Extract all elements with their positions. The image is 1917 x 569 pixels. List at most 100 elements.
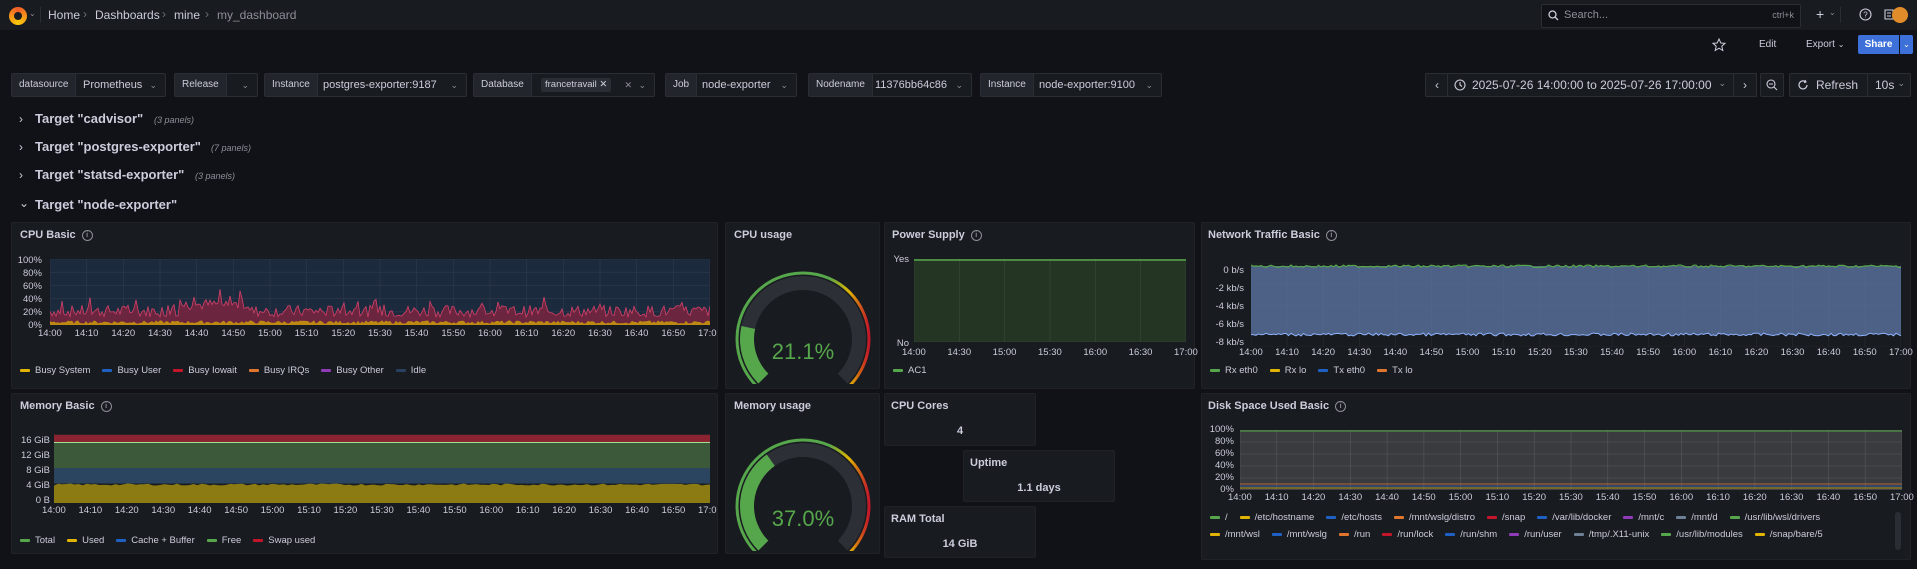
row-title-statsd-exporter[interactable]: Target "statsd-exporter" bbox=[35, 167, 184, 182]
row-panel-count: (3 panels) bbox=[195, 171, 236, 181]
legend-item[interactable]: /tmp/.X11-unix bbox=[1573, 529, 1650, 540]
breadcrumb-home[interactable]: Home bbox=[48, 8, 80, 22]
variable-instance[interactable]: Instance postgres-exporter:9187 ⌄ bbox=[264, 73, 467, 97]
legend-item[interactable]: Busy System bbox=[20, 365, 90, 376]
variable-datasource[interactable]: datasource Prometheus ⌄ bbox=[11, 73, 166, 97]
row-expand-icon[interactable]: › bbox=[19, 140, 23, 154]
panel-cpu-basic[interactable]: CPU Basic i 100% 80% 60% 40% 20% 0% 14:00… bbox=[11, 222, 718, 389]
info-icon[interactable]: i bbox=[1325, 229, 1337, 241]
edit-button[interactable]: Edit bbox=[1759, 39, 1776, 50]
legend-label: /tmp/.X11-unix bbox=[1588, 529, 1650, 540]
info-icon[interactable]: i bbox=[970, 229, 982, 241]
add-button[interactable]: + bbox=[1816, 6, 1824, 22]
user-avatar[interactable] bbox=[1892, 7, 1908, 23]
legend-item[interactable]: /run/lock bbox=[1382, 529, 1433, 540]
variable-database[interactable]: Database francetravail ✕ ✕ ⌄ bbox=[473, 73, 655, 97]
disk-plot[interactable] bbox=[1240, 430, 1902, 490]
legend-item[interactable]: /snap/bare/5 bbox=[1754, 529, 1823, 540]
panel-cpu-cores[interactable]: CPU Cores 4 bbox=[884, 393, 1036, 446]
legend: AC1 bbox=[893, 365, 938, 376]
remove-tag-icon[interactable]: ✕ bbox=[599, 79, 607, 90]
cache-buffer-area bbox=[54, 468, 710, 484]
clear-icon[interactable]: ✕ bbox=[624, 74, 632, 96]
chevron-down-icon[interactable]: ⌄ bbox=[29, 9, 36, 18]
share-dropdown-chevron-icon[interactable]: ⌄ bbox=[1900, 35, 1913, 54]
time-range-picker[interactable]: 2025-07-26 14:00:00 to 2025-07-26 17:00:… bbox=[1447, 73, 1735, 97]
legend-item[interactable]: AC1 bbox=[893, 365, 926, 376]
row-collapse-icon[interactable]: ⌄ bbox=[19, 196, 29, 210]
refresh-button[interactable]: Refresh bbox=[1789, 73, 1869, 97]
legend-item[interactable]: Rx lo bbox=[1269, 365, 1306, 376]
legend-item[interactable]: Tx lo bbox=[1377, 365, 1413, 376]
panel-disk-space[interactable]: Disk Space Used Basic i 100% 80% 60% 40% … bbox=[1201, 393, 1914, 560]
database-tag[interactable]: francetravail ✕ bbox=[541, 78, 612, 92]
legend-item[interactable]: /mnt/wslg bbox=[1271, 529, 1327, 540]
row-expand-icon[interactable]: › bbox=[19, 168, 23, 182]
memory-plot[interactable] bbox=[54, 434, 710, 503]
help-icon[interactable]: ? bbox=[1859, 8, 1872, 21]
legend-item[interactable]: /etc/hosts bbox=[1326, 512, 1382, 523]
legend-item[interactable]: /usr/lib/modules bbox=[1661, 529, 1743, 540]
panel-cpu-usage[interactable]: CPU usage 21.1% bbox=[725, 222, 880, 389]
network-plot[interactable] bbox=[1251, 263, 1901, 347]
legend-item[interactable]: /run/shm bbox=[1445, 529, 1497, 540]
legend-item[interactable]: / bbox=[1210, 512, 1228, 523]
legend-item[interactable]: Idle bbox=[395, 365, 426, 376]
panel-memory-basic[interactable]: Memory Basic i 16 GiB 12 GiB 8 GiB 4 GiB … bbox=[11, 393, 718, 554]
breadcrumb-folder[interactable]: mine bbox=[174, 8, 200, 22]
legend-item[interactable]: Free bbox=[206, 535, 241, 546]
breadcrumb-dashboards[interactable]: Dashboards bbox=[95, 8, 160, 22]
time-forward-button[interactable]: › bbox=[1733, 73, 1757, 97]
legend-item[interactable]: Rx eth0 bbox=[1210, 365, 1258, 376]
info-icon[interactable]: i bbox=[100, 400, 112, 412]
variable-nodename[interactable]: Nodename 11376bb64c86 ⌄ bbox=[808, 73, 972, 97]
legend-item[interactable]: Busy User bbox=[102, 365, 161, 376]
cpu-basic-plot[interactable] bbox=[50, 259, 710, 325]
panel-network-traffic[interactable]: Network Traffic Basic i 0 b/s -2 kb/s -4 … bbox=[1201, 222, 1913, 389]
time-back-button[interactable]: ‹ bbox=[1425, 73, 1449, 97]
legend-item[interactable]: /mnt/wsl bbox=[1210, 529, 1260, 540]
legend-item[interactable]: Total bbox=[20, 535, 55, 546]
info-icon[interactable]: i bbox=[81, 229, 93, 241]
legend-item[interactable]: /var/lib/docker bbox=[1537, 512, 1611, 523]
chevron-down-icon[interactable]: ⌄ bbox=[1829, 8, 1836, 17]
row-title-cadvisor[interactable]: Target "cadvisor" bbox=[35, 111, 143, 126]
legend-item[interactable]: /run/user bbox=[1509, 529, 1562, 540]
star-icon[interactable] bbox=[1712, 38, 1726, 52]
variable-instance-node[interactable]: Instance node-exporter:9100 ⌄ bbox=[980, 73, 1162, 97]
legend-item[interactable]: Busy IRQs bbox=[248, 365, 309, 376]
search-box[interactable]: Search... ctrl+k bbox=[1541, 4, 1801, 28]
panel-memory-usage[interactable]: Memory usage 37.0% bbox=[725, 393, 880, 554]
legend-item[interactable]: /run bbox=[1338, 529, 1370, 540]
row-title-node-exporter[interactable]: Target "node-exporter" bbox=[35, 197, 177, 212]
refresh-interval-picker[interactable]: 10s ⌄ bbox=[1867, 73, 1911, 97]
power-supply-plot[interactable] bbox=[914, 259, 1186, 342]
zoom-out-button[interactable] bbox=[1760, 73, 1784, 97]
variable-release[interactable]: Release ⌄ bbox=[174, 73, 258, 97]
panel-power-supply[interactable]: Power Supply i Yes No 14:00 14:30 15:00 15:3… bbox=[884, 222, 1198, 389]
grafana-logo-icon[interactable] bbox=[9, 7, 27, 25]
variable-label: Nodename bbox=[809, 74, 873, 96]
legend-item[interactable]: /etc/hostname bbox=[1239, 512, 1314, 523]
row-expand-icon[interactable]: › bbox=[19, 112, 23, 126]
legend-item[interactable]: Busy Iowait bbox=[173, 365, 237, 376]
legend-item[interactable]: /mnt/d bbox=[1676, 512, 1718, 523]
panel-uptime[interactable]: Uptime 1.1 days bbox=[963, 450, 1115, 502]
variable-job[interactable]: Job node-exporter ⌄ bbox=[665, 73, 797, 97]
legend-item[interactable]: /mnt/c bbox=[1623, 512, 1664, 523]
share-button[interactable]: Share bbox=[1858, 35, 1899, 54]
legend-item[interactable]: Cache + Buffer bbox=[116, 535, 195, 546]
legend-item[interactable]: Swap used bbox=[253, 535, 315, 546]
legend-item[interactable]: /snap bbox=[1486, 512, 1525, 523]
legend-scrollbar[interactable] bbox=[1895, 512, 1901, 550]
row-title-postgres-exporter[interactable]: Target "postgres-exporter" bbox=[35, 139, 201, 154]
legend-item[interactable]: Tx eth0 bbox=[1318, 365, 1365, 376]
legend-item[interactable]: /mnt/wslg/distro bbox=[1393, 512, 1475, 523]
x-tick: 17:0 bbox=[698, 328, 717, 339]
export-button[interactable]: Export ⌄ bbox=[1806, 39, 1844, 50]
panel-ram-total[interactable]: RAM Total 14 GiB bbox=[884, 506, 1036, 558]
legend-item[interactable]: /usr/lib/wsl/drivers bbox=[1729, 512, 1820, 523]
legend-item[interactable]: Busy Other bbox=[321, 365, 384, 376]
legend-item[interactable]: Used bbox=[67, 535, 104, 546]
info-icon[interactable]: i bbox=[1335, 400, 1347, 412]
